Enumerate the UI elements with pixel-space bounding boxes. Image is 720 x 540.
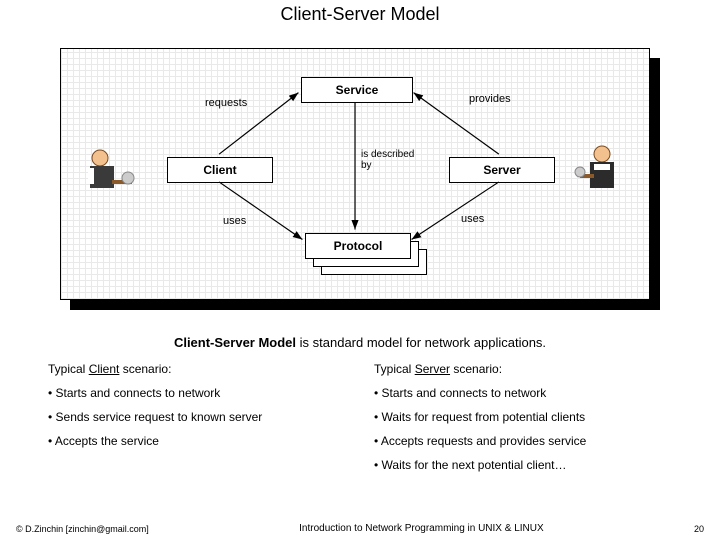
slide-footer: © D.Zinchin [zinchin@gmail.com] Introduc… — [0, 523, 720, 534]
server-bullet-2: • Waits for request from potential clien… — [374, 410, 672, 424]
protocol-box: Protocol — [305, 233, 411, 259]
requests-label: requests — [205, 97, 247, 109]
client-scenario-col: Typical Client scenario: • Starts and co… — [48, 362, 346, 482]
client-box: Client — [167, 157, 273, 183]
server-bullet-3: • Accepts requests and provides service — [374, 434, 672, 448]
server-scenario-col: Typical Server scenario: • Starts and co… — [374, 362, 672, 482]
footer-center: Introduction to Network Programming in U… — [149, 523, 694, 534]
server-clipart — [567, 135, 637, 205]
client-scenario-heading: Typical Client scenario: — [48, 362, 346, 376]
uses-left-label: uses — [223, 215, 246, 227]
intro-bold: Client-Server Model — [174, 335, 296, 350]
client-heading-pre: Typical — [48, 362, 89, 376]
intro-rest: is standard model for network applicatio… — [296, 335, 546, 350]
client-bullet-3: • Accepts the service — [48, 434, 346, 448]
diagram-container: Service requests provides Client is desc… — [60, 48, 660, 310]
body-text: Client-Server Model is standard model fo… — [0, 335, 720, 482]
intro-line: Client-Server Model is standard model fo… — [48, 335, 672, 350]
server-heading-post: scenario: — [450, 362, 502, 376]
server-box: Server — [449, 157, 555, 183]
client-bullet-2: • Sends service request to known server — [48, 410, 346, 424]
footer-page-number: 20 — [694, 524, 704, 534]
slide-title: Client-Server Model — [0, 0, 720, 25]
diagram-panel: Service requests provides Client is desc… — [60, 48, 650, 300]
server-bullet-1: • Starts and connects to network — [374, 386, 672, 400]
server-bullet-4: • Waits for the next potential client… — [374, 458, 672, 472]
client-heading-post: scenario: — [119, 362, 171, 376]
client-bullet-1: • Starts and connects to network — [48, 386, 346, 400]
footer-left: © D.Zinchin [zinchin@gmail.com] — [16, 524, 149, 534]
client-clipart — [73, 137, 143, 207]
client-heading-underline: Client — [89, 362, 120, 376]
service-box: Service — [301, 77, 413, 103]
described-label: is described by — [361, 149, 441, 171]
uses-right-label: uses — [461, 213, 484, 225]
provides-label: provides — [469, 93, 511, 105]
server-heading-pre: Typical — [374, 362, 415, 376]
server-scenario-heading: Typical Server scenario: — [374, 362, 672, 376]
server-heading-underline: Server — [415, 362, 450, 376]
